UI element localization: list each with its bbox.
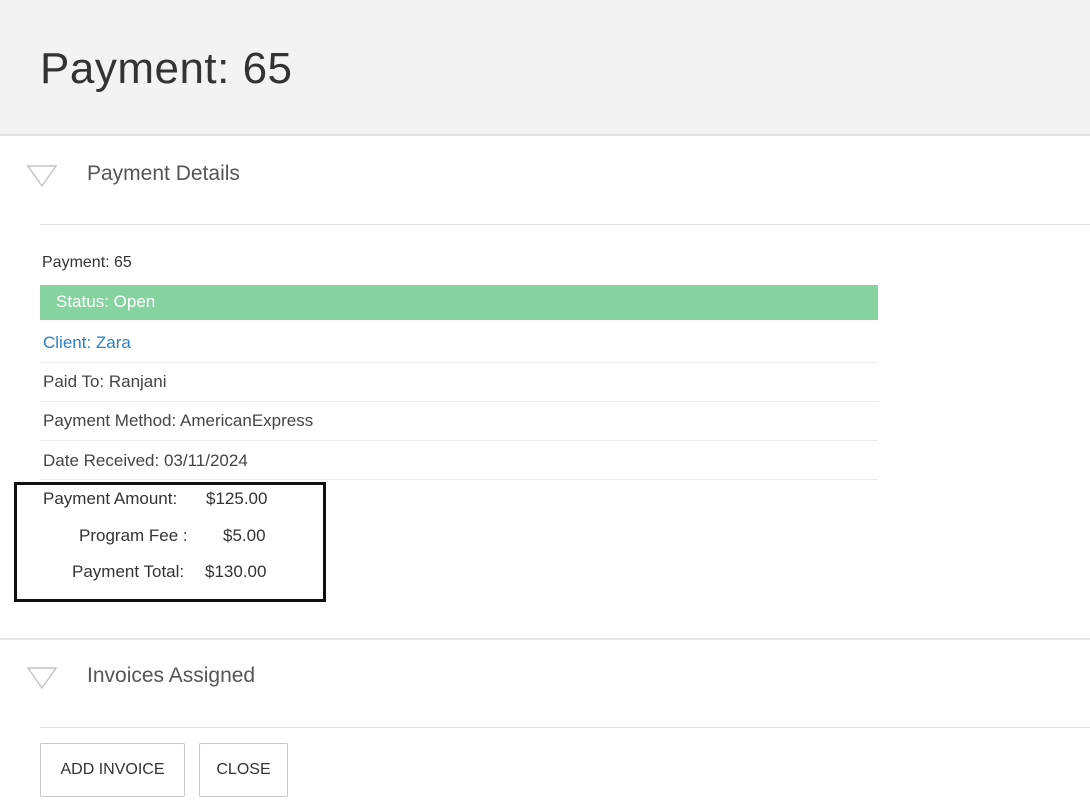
close-button[interactable]: CLOSE [199, 743, 288, 797]
collapse-triangle-icon[interactable] [26, 164, 58, 188]
payment-method-row: Payment Method: AmericanExpress [40, 409, 878, 441]
invoices-assigned-header[interactable]: Invoices Assigned [0, 640, 1090, 728]
payment-amount-label: Payment Amount: [43, 489, 178, 508]
payment-details-header[interactable]: Payment Details [0, 138, 1090, 226]
client-row: Client: Zara [40, 331, 878, 363]
payment-number-label: Payment: 65 [42, 254, 132, 271]
program-fee-value: $5.00 [223, 526, 266, 545]
program-fee-label: Program Fee : [79, 526, 188, 545]
collapse-triangle-icon[interactable] [26, 666, 58, 690]
client-link[interactable]: Client: Zara [43, 333, 131, 352]
status-badge: Status: Open [40, 285, 878, 320]
payment-total-value: $130.00 [205, 562, 267, 581]
payment-total-label: Payment Total: [72, 562, 185, 581]
invoices-assigned-title: Invoices Assigned [87, 664, 256, 687]
payment-amount-value: $125.00 [206, 489, 268, 508]
page-header: Payment: 65 [0, 0, 1090, 136]
paid-to-row: Paid To: Ranjani [40, 370, 878, 402]
section-divider [40, 727, 1090, 728]
date-received-row: Date Received: 03/11/2024 [40, 449, 878, 480]
page-title: Payment: 65 [40, 44, 293, 93]
section-divider [40, 224, 1090, 225]
payment-details-title: Payment Details [87, 162, 240, 185]
add-invoice-button[interactable]: ADD INVOICE [40, 743, 185, 797]
